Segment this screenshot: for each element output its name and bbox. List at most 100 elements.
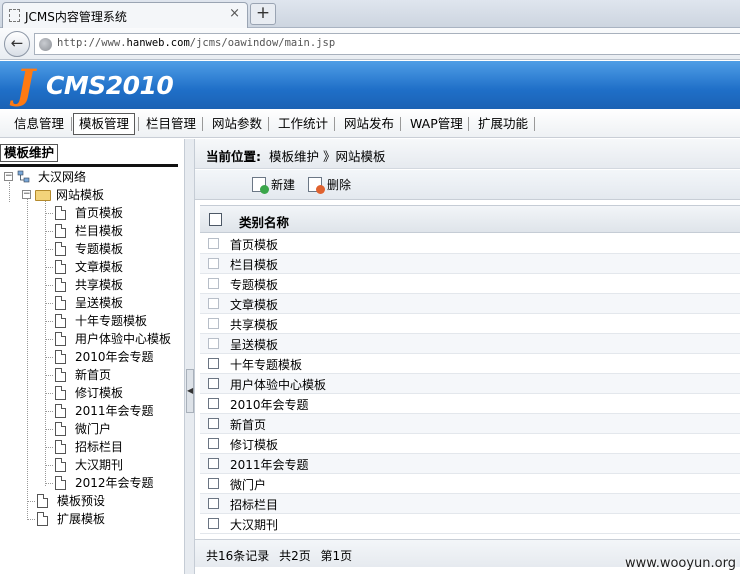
url-scheme: http://www. [57, 37, 127, 49]
tree-item-label: 专题模板 [75, 242, 124, 256]
row-name: 微门户 [230, 478, 267, 492]
tree-connector [45, 321, 53, 322]
page-icon [9, 9, 20, 22]
tree-root-label: 大汉网络 [38, 170, 87, 184]
document-icon [55, 422, 66, 436]
document-icon [55, 206, 66, 220]
row-name: 共享模板 [230, 318, 279, 332]
new-button-label: 新建 [271, 178, 296, 192]
table-row[interactable]: 2011年会专题 [200, 454, 740, 474]
panel-title: 模板维护 [0, 144, 59, 162]
table-row[interactable]: 大汉期刊 [200, 514, 740, 534]
logo-text: CMS2010 [46, 71, 174, 100]
tree-item-label: 共享模板 [75, 278, 124, 292]
row-name: 2010年会专题 [230, 398, 309, 412]
row-checkbox[interactable] [208, 518, 219, 529]
row-checkbox[interactable] [208, 498, 219, 509]
menu-item-extend[interactable]: 扩展功能 [472, 113, 534, 135]
table-row[interactable]: 文章模板 [200, 294, 740, 314]
table-row[interactable]: 微门户 [200, 474, 740, 494]
collapse-icon[interactable]: − [4, 172, 13, 181]
tree-connector [45, 411, 53, 412]
row-checkbox[interactable] [208, 278, 219, 289]
menu-item-publish[interactable]: 网站发布 [338, 113, 400, 135]
row-checkbox[interactable] [208, 258, 219, 269]
menu-separator [334, 117, 335, 131]
tree-item-label: 呈送模板 [75, 296, 124, 310]
row-name: 专题模板 [230, 278, 279, 292]
url-path: /jcms/oawindow/main.jsp [189, 37, 336, 49]
menu-item-info[interactable]: 信息管理 [8, 113, 70, 135]
table-row[interactable]: 共享模板 [200, 314, 740, 334]
row-checkbox[interactable] [208, 478, 219, 489]
tree-connector [45, 447, 53, 448]
row-checkbox[interactable] [208, 358, 219, 369]
url-host: hanweb.com [126, 37, 190, 49]
table-row[interactable]: 修订模板 [200, 434, 740, 454]
new-tab-button[interactable]: + [250, 3, 276, 25]
tree-item-label: 2012年会专题 [75, 476, 154, 490]
close-icon[interactable]: × [229, 6, 240, 21]
menu-separator [71, 117, 72, 131]
table-row[interactable]: 呈送模板 [200, 334, 740, 354]
collapse-icon[interactable]: − [22, 190, 31, 199]
document-icon [55, 224, 66, 238]
menu-item-template[interactable]: 模板管理 [73, 113, 136, 135]
new-button[interactable]: 新建 [252, 176, 295, 194]
tree-connector [45, 393, 53, 394]
row-checkbox[interactable] [208, 418, 219, 429]
menu-item-params[interactable]: 网站参数 [206, 113, 268, 135]
browser-tabbar: JCMS内容管理系统 × + [0, 0, 740, 28]
table-row[interactable]: 用户体验中心模板 [200, 374, 740, 394]
collapse-left-icon[interactable]: ◀ [186, 369, 194, 413]
table-row[interactable]: 新首页 [200, 414, 740, 434]
tree-connector [27, 501, 35, 502]
tree-item-label: 微门户 [75, 422, 112, 436]
tree-item-label: 文章模板 [75, 260, 124, 274]
menu-item-stats[interactable]: 工作统计 [272, 113, 334, 135]
delete-button[interactable]: 删除 [308, 176, 351, 194]
tree-connector [27, 198, 28, 518]
browser-navbar: ← http://www.hanweb.com/jcms/oawindow/ma… [0, 28, 740, 60]
tree-item-label: 栏目模板 [75, 224, 124, 238]
row-checkbox[interactable] [208, 378, 219, 389]
tree-connector [45, 483, 53, 484]
document-icon [55, 404, 66, 418]
address-bar[interactable]: http://www.hanweb.com/jcms/oawindow/main… [34, 33, 740, 55]
panel-splitter[interactable]: ◀ [184, 139, 195, 574]
table-row[interactable]: 栏目模板 [200, 254, 740, 274]
tree-connector [27, 519, 35, 520]
table-row[interactable]: 2010年会专题 [200, 394, 740, 414]
table-row[interactable]: 首页模板 [200, 234, 740, 254]
table-row[interactable]: 招标栏目 [200, 494, 740, 514]
table-row[interactable]: 十年专题模板 [200, 354, 740, 374]
table-header: 类别名称 [200, 205, 740, 233]
document-icon [55, 440, 66, 454]
browser-tab[interactable]: JCMS内容管理系统 × [2, 2, 248, 28]
menu-item-column[interactable]: 栏目管理 [140, 113, 202, 135]
row-checkbox[interactable] [208, 398, 219, 409]
tree-connector [45, 200, 46, 486]
row-checkbox[interactable] [208, 298, 219, 309]
tree-item-label: 新首页 [75, 368, 112, 382]
row-checkbox[interactable] [208, 238, 219, 249]
row-name: 修订模板 [230, 438, 279, 452]
url-text: http://www.hanweb.com/jcms/oawindow/main… [57, 37, 335, 49]
toolbar: 新建 删除 [195, 170, 740, 200]
menu-item-wap[interactable]: WAP管理 [404, 113, 469, 135]
row-checkbox[interactable] [208, 338, 219, 349]
select-all-checkbox[interactable] [209, 213, 222, 226]
watermark: www.wooyun.org [624, 556, 736, 571]
tree-item-label: 2010年会专题 [75, 350, 154, 364]
column-header-name: 类别名称 [239, 215, 290, 230]
menu-separator [534, 117, 535, 131]
row-checkbox[interactable] [208, 318, 219, 329]
row-name: 大汉期刊 [230, 518, 279, 532]
globe-icon [39, 38, 52, 51]
tree-item-label: 首页模板 [75, 206, 124, 220]
back-button[interactable]: ← [4, 31, 30, 57]
table-row[interactable]: 专题模板 [200, 274, 740, 294]
row-checkbox[interactable] [208, 438, 219, 449]
row-checkbox[interactable] [208, 458, 219, 469]
breadcrumb: 当前位置: 模板维护 》网站模板 [195, 139, 740, 169]
